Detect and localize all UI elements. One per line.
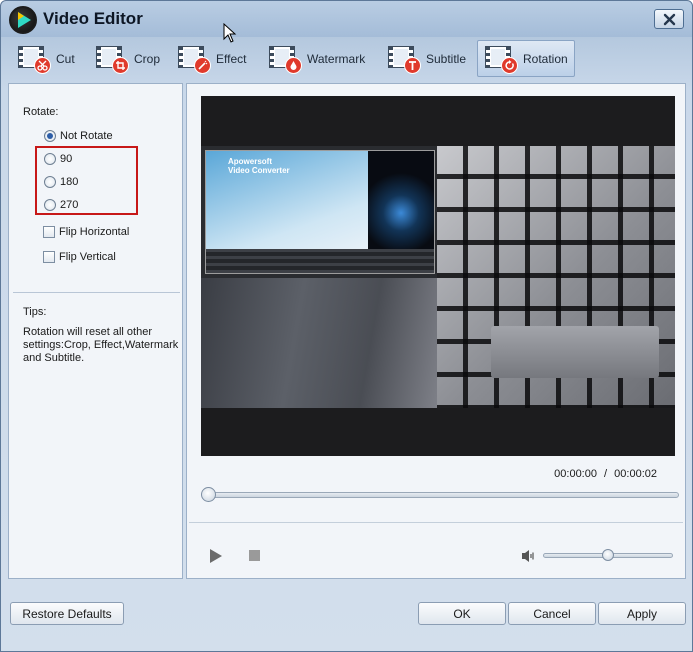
keyboard-spacebar <box>491 326 659 378</box>
video-preview: Apowersoft Video Converter <box>201 96 675 456</box>
flip-vertical-checkbox[interactable] <box>43 251 55 263</box>
app-logo-icon <box>9 6 37 34</box>
radio-180[interactable] <box>44 176 56 188</box>
video-overlay-title: Apowersoft Video Converter <box>228 157 290 175</box>
ok-button[interactable]: OK <box>418 602 506 625</box>
tab-effect[interactable]: Effect <box>170 40 253 77</box>
tab-effect-label: Effect <box>216 51 247 66</box>
tab-watermark[interactable]: Watermark <box>261 40 372 77</box>
radio-not-rotate-label: Not Rotate <box>60 130 113 142</box>
restore-defaults-button[interactable]: Restore Defaults <box>10 602 124 625</box>
seek-handle[interactable] <box>201 487 216 502</box>
radio-not-rotate[interactable] <box>44 130 56 142</box>
time-display: 00:00:00 / 00:00:02 <box>554 468 657 480</box>
title-bar: Video Editor <box>1 1 692 43</box>
tab-cut-label: Cut <box>56 51 75 66</box>
current-time: 00:00:00 <box>554 468 597 480</box>
radio-90[interactable] <box>44 153 56 165</box>
desk-image <box>201 278 437 408</box>
preview-panel: Apowersoft Video Converter 00:00:00 / 00… <box>186 83 686 579</box>
controls-divider <box>189 522 683 523</box>
tab-watermark-label: Watermark <box>307 51 366 66</box>
radio-270[interactable] <box>44 199 56 211</box>
flip-vertical-label: Flip Vertical <box>59 251 116 263</box>
panel-divider <box>13 292 180 293</box>
video-overlay-title-line2: Video Converter <box>228 166 290 175</box>
radio-90-label: 90 <box>60 153 73 165</box>
magic-wand-icon <box>177 44 211 74</box>
crop-icon <box>95 44 129 74</box>
seek-bar[interactable] <box>205 492 679 498</box>
editor-toolbar: Cut Crop Effect Watermark Subtitle Rotat… <box>8 39 686 79</box>
rotate-heading: Rotate: <box>23 106 59 118</box>
tab-crop[interactable]: Crop <box>88 40 167 77</box>
text-t-icon <box>387 44 421 74</box>
flip-horizontal-checkbox[interactable] <box>43 226 55 238</box>
rotation-settings-panel: Rotate: Not Rotate 90 180 270 Flip Horiz… <box>8 83 183 579</box>
tab-rotation[interactable]: Rotation <box>477 40 575 77</box>
play-icon[interactable] <box>209 548 223 564</box>
radio-180-label: 180 <box>60 176 79 188</box>
volume-icon[interactable] <box>521 549 537 563</box>
video-editor-window: Video Editor Cut Crop Effect Watermark S… <box>0 0 693 652</box>
tab-subtitle[interactable]: Subtitle <box>380 40 473 77</box>
close-icon <box>663 13 676 26</box>
tips-heading: Tips: <box>23 306 47 318</box>
droplet-icon <box>268 44 302 74</box>
monitor-image: Apowersoft Video Converter <box>205 150 435 274</box>
stop-icon[interactable] <box>249 550 260 561</box>
total-time: 00:00:02 <box>614 468 657 480</box>
apply-button[interactable]: Apply <box>598 602 686 625</box>
video-frame: Apowersoft Video Converter <box>201 146 675 408</box>
close-button[interactable] <box>654 9 684 29</box>
cancel-button[interactable]: Cancel <box>508 602 596 625</box>
tab-cut[interactable]: Cut <box>10 40 82 77</box>
rotate-icon <box>484 44 518 74</box>
volume-handle[interactable] <box>602 549 614 561</box>
tab-crop-label: Crop <box>134 51 161 66</box>
tab-rotation-label: Rotation <box>523 51 568 66</box>
video-overlay-title-line1: Apowersoft <box>228 157 272 166</box>
window-title: Video Editor <box>43 9 143 28</box>
tab-subtitle-label: Subtitle <box>426 51 467 66</box>
tips-text: Rotation will reset all other settings:C… <box>23 326 179 364</box>
radio-270-label: 270 <box>60 199 79 211</box>
scissors-icon <box>17 44 51 74</box>
time-separator: / <box>604 468 608 480</box>
flip-horizontal-label: Flip Horizontal <box>59 226 130 238</box>
